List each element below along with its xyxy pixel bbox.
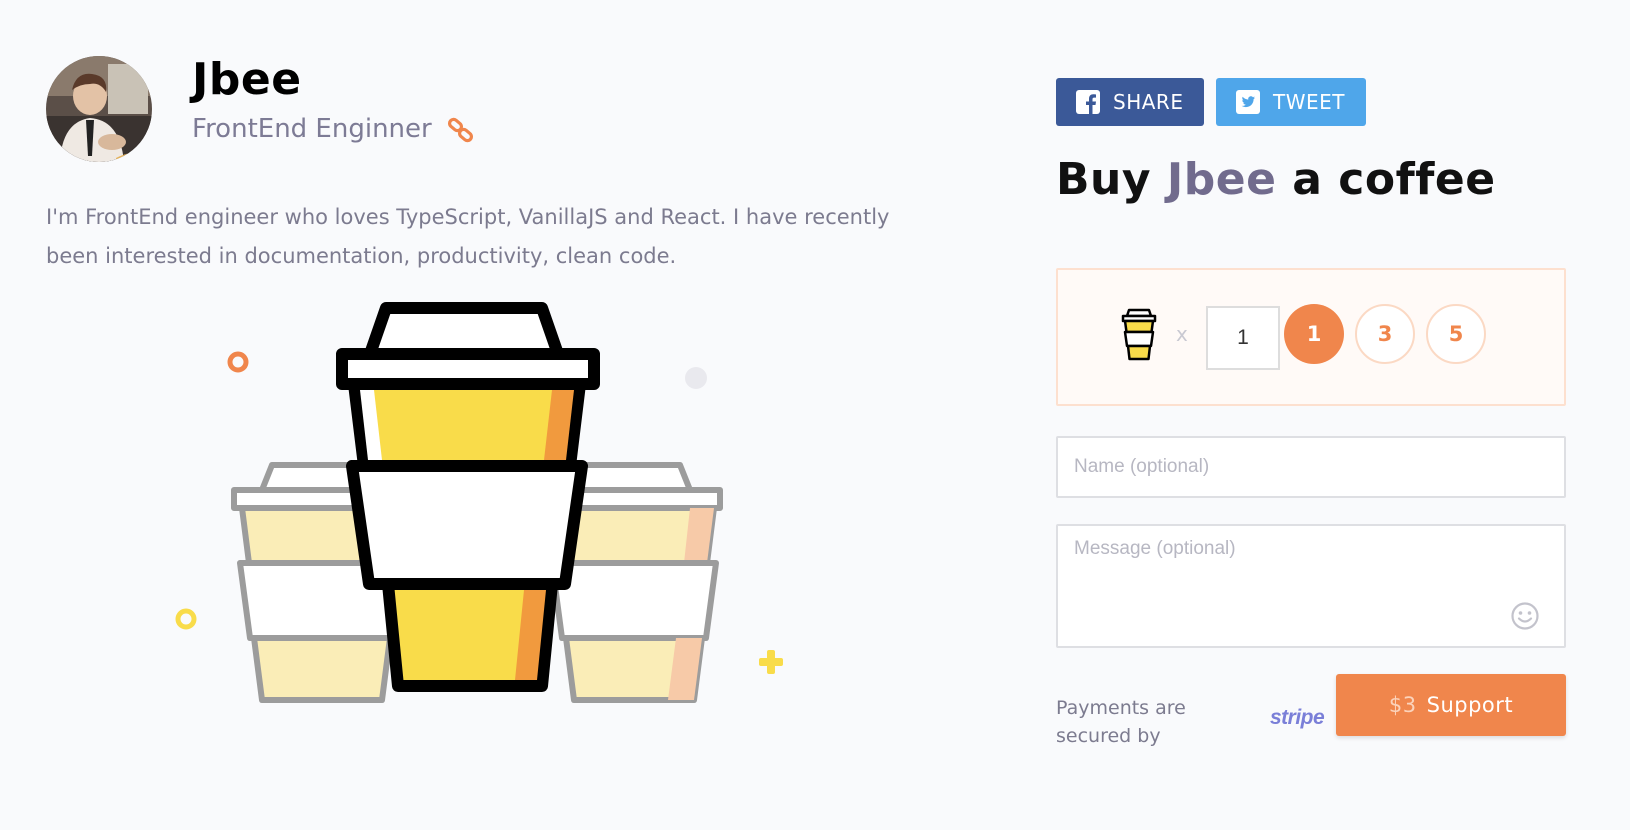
support-button[interactable]: $3 Support xyxy=(1336,674,1566,736)
facebook-icon xyxy=(1076,90,1100,114)
quantity-input[interactable] xyxy=(1206,306,1280,370)
coffee-cups-illustration xyxy=(160,300,800,730)
twitter-tweet-label: TWEET xyxy=(1273,90,1345,114)
profile-bio: I'm FrontEnd engineer who loves TypeScri… xyxy=(46,205,890,268)
twitter-icon xyxy=(1236,90,1260,114)
title-creator-name: Jbee xyxy=(1166,154,1277,205)
multiply-symbol: x xyxy=(1176,322,1188,346)
stripe-logo: stripe xyxy=(1270,706,1325,729)
title-suffix: a coffee xyxy=(1276,154,1496,205)
quantity-option-3[interactable]: 3 xyxy=(1355,304,1415,364)
support-price: $3 xyxy=(1388,693,1417,717)
message-field[interactable] xyxy=(1056,524,1566,648)
support-label: Support xyxy=(1426,693,1514,717)
title-prefix: Buy xyxy=(1056,154,1167,205)
name-field[interactable] xyxy=(1056,436,1566,498)
profile-role: FrontEnd Enginner xyxy=(192,114,432,144)
quantity-option-1[interactable]: 1 xyxy=(1284,304,1344,364)
twitter-tweet-button[interactable]: TWEET xyxy=(1216,78,1366,126)
coffee-cup-icon xyxy=(1120,308,1158,362)
emoji-icon[interactable] xyxy=(1510,601,1540,631)
coffee-quantity-panel: x 1 3 5 xyxy=(1056,268,1566,406)
page-title: Buy Jbee a coffee xyxy=(1056,154,1496,205)
avatar xyxy=(46,56,152,162)
payment-security-note: Payments are secured by xyxy=(1056,697,1186,747)
facebook-share-label: SHARE xyxy=(1113,90,1184,114)
quantity-option-5[interactable]: 5 xyxy=(1426,304,1486,364)
link-icon[interactable] xyxy=(446,116,476,146)
facebook-share-button[interactable]: SHARE xyxy=(1056,78,1204,126)
profile-name: Jbee xyxy=(192,54,302,105)
